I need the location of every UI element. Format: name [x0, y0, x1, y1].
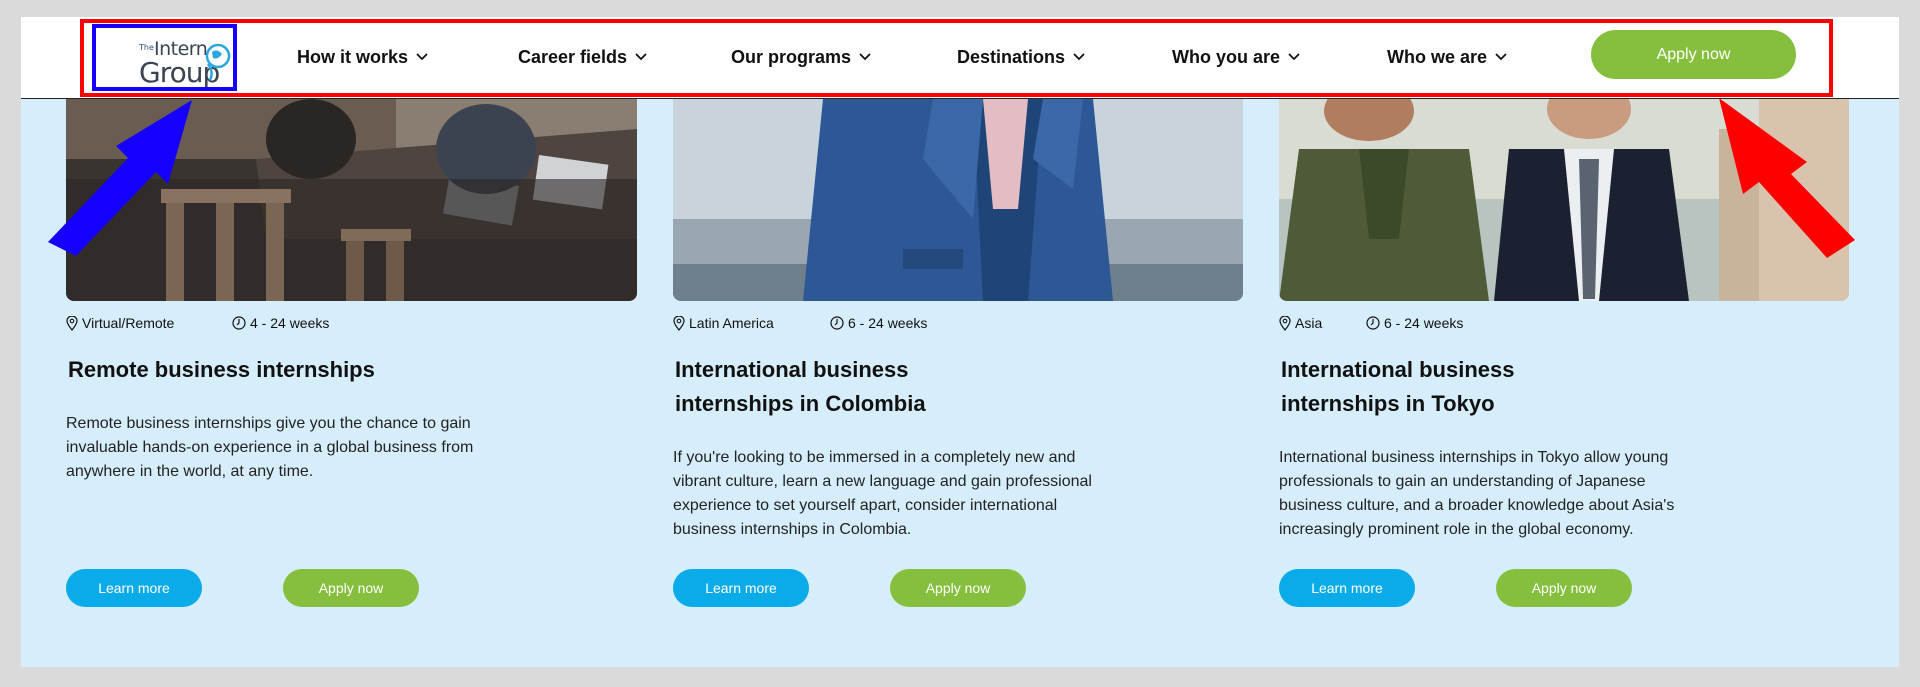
card-meta-location: Asia — [1279, 315, 1322, 331]
card-meta-location: Virtual/Remote — [66, 315, 174, 331]
blue-arrow-icon — [48, 100, 192, 256]
card-meta-duration: 6 - 24 weeks — [1366, 315, 1463, 331]
learn-more-button[interactable]: Learn more — [66, 569, 202, 607]
card-title[interactable]: International business internships in To… — [1281, 353, 1611, 421]
card-image-colombia — [673, 99, 1243, 301]
card-description: International business internships in To… — [1279, 449, 1675, 538]
card-duration: 6 - 24 weeks — [848, 315, 928, 331]
card-duration: 6 - 24 weeks — [1384, 315, 1464, 331]
clock-icon — [1366, 316, 1380, 330]
card-meta-location: Latin America — [673, 315, 774, 331]
clock-icon — [830, 316, 844, 330]
card-location: Latin America — [689, 315, 774, 331]
apply-now-button[interactable]: Apply now — [283, 569, 419, 607]
page-content: The Intern Group How it works Career fie… — [21, 17, 1899, 667]
map-pin-icon — [1279, 315, 1291, 331]
map-pin-icon — [673, 315, 685, 331]
card-description: Remote business internships give you the… — [66, 415, 474, 480]
clock-icon — [232, 316, 246, 330]
card-meta-duration: 4 - 24 weeks — [232, 315, 329, 331]
learn-more-button[interactable]: Learn more — [1279, 569, 1415, 607]
red-arrow-icon — [1719, 98, 1855, 258]
apply-now-button[interactable]: Apply now — [890, 569, 1026, 607]
card-title[interactable]: International business internships in Co… — [675, 353, 1005, 421]
card-duration: 4 - 24 weeks — [250, 315, 330, 331]
learn-more-button[interactable]: Learn more — [673, 569, 809, 607]
card-description: If you're looking to be immersed in a co… — [673, 449, 1092, 538]
card-title[interactable]: Remote business internships — [68, 353, 528, 387]
apply-now-button[interactable]: Apply now — [1496, 569, 1632, 607]
card-meta-duration: 6 - 24 weeks — [830, 315, 927, 331]
annotation-red-box — [80, 19, 1833, 97]
card-location: Virtual/Remote — [82, 315, 175, 331]
map-pin-icon — [66, 315, 78, 331]
card-location: Asia — [1295, 315, 1323, 331]
